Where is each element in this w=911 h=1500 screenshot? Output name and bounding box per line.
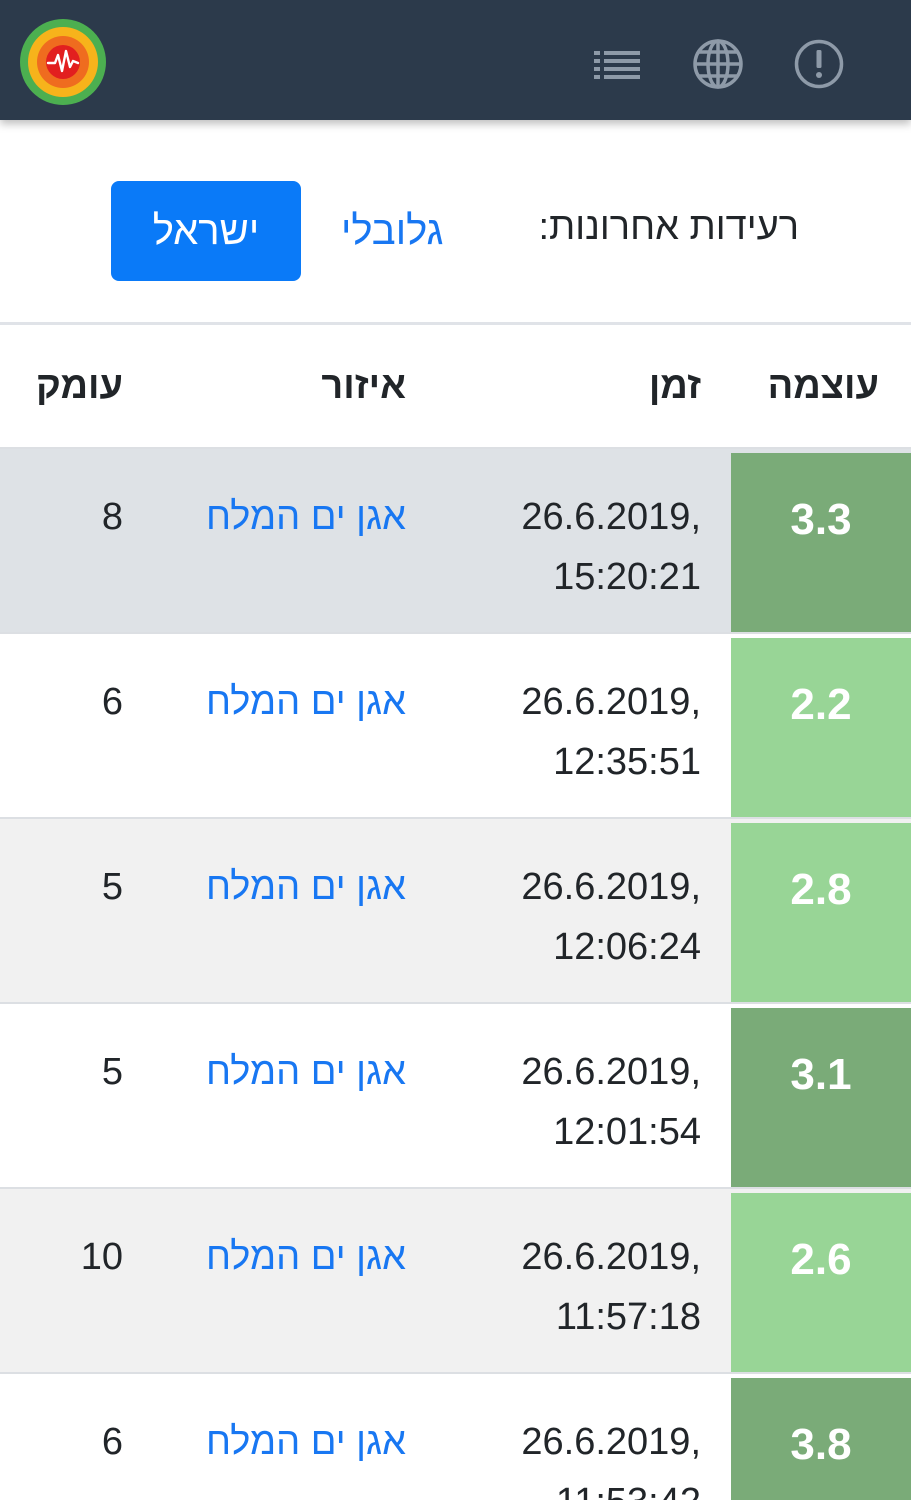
top-navbar <box>0 0 911 120</box>
time-cell: 26.6.2019, 11:53:42 <box>441 1412 701 1500</box>
region-link[interactable]: אגן ים המלח <box>206 672 406 732</box>
header-depth[interactable]: עומק <box>36 365 123 408</box>
depth-cell: 6 <box>101 681 123 723</box>
date-text: 26.6.2019, <box>521 1421 701 1463</box>
magnitude-cell: 2.6 <box>731 1193 911 1374</box>
table-row[interactable]: 3.1 26.6.2019, 12:01:54 אגן ים המלח 5 <box>0 1002 911 1189</box>
region-link[interactable]: אגן ים המלח <box>206 1412 406 1472</box>
table-row[interactable]: 2.2 26.6.2019, 12:35:51 אגן ים המלח 6 <box>0 632 911 819</box>
region-link[interactable]: אגן ים המלח <box>206 1227 406 1287</box>
table-row[interactable]: 2.8 26.6.2019, 12:06:24 אגן ים המלח 5 <box>0 817 911 1004</box>
region-link[interactable]: אגן ים המלח <box>206 857 406 917</box>
magnitude-cell: 2.2 <box>731 638 911 819</box>
globe-icon[interactable] <box>692 38 744 90</box>
clock-text: 12:35:51 <box>553 741 701 783</box>
recent-quakes-label: רעידות אחרונות: <box>538 206 799 248</box>
magnitude-cell: 3.8 <box>731 1378 911 1500</box>
date-text: 26.6.2019, <box>521 1236 701 1278</box>
time-cell: 26.6.2019, 12:01:54 <box>441 1042 701 1162</box>
header-time[interactable]: זמן <box>649 365 701 408</box>
depth-cell: 5 <box>101 1051 123 1093</box>
depth-cell: 5 <box>101 866 123 908</box>
time-cell: 26.6.2019, 12:06:24 <box>441 857 701 977</box>
region-link[interactable]: אגן ים המלח <box>206 1042 406 1102</box>
earthquakes-table: עוצמה זמן איזור עומק 3.3 26.6.2019, 15:2… <box>0 322 911 1500</box>
time-cell: 26.6.2019, 12:35:51 <box>441 672 701 792</box>
table-header: עוצמה זמן איזור עומק <box>0 322 911 447</box>
magnitude-cell: 3.1 <box>731 1008 911 1189</box>
depth-cell: 8 <box>101 496 123 538</box>
date-text: 26.6.2019, <box>521 1051 701 1093</box>
date-text: 26.6.2019, <box>521 866 701 908</box>
list-icon[interactable] <box>591 38 643 90</box>
header-magnitude[interactable]: עוצמה <box>768 365 879 408</box>
table-row[interactable]: 3.8 26.6.2019, 11:53:42 אגן ים המלח 6 <box>0 1372 911 1500</box>
table-row[interactable]: 2.6 26.6.2019, 11:57:18 אגן ים המלח 10 <box>0 1187 911 1374</box>
depth-cell: 6 <box>101 1421 123 1463</box>
clock-text: 12:01:54 <box>553 1111 701 1153</box>
depth-cell: 10 <box>80 1236 123 1278</box>
table-row[interactable]: 3.3 26.6.2019, 15:20:21 אגן ים המלח 8 <box>0 447 911 634</box>
clock-text: 12:06:24 <box>553 926 701 968</box>
date-text: 26.6.2019, <box>521 681 701 723</box>
magnitude-cell: 3.3 <box>731 453 911 634</box>
israel-filter-button[interactable]: ישראל <box>111 181 301 281</box>
time-cell: 26.6.2019, 15:20:21 <box>441 487 701 607</box>
info-icon[interactable] <box>793 38 845 90</box>
clock-text: 15:20:21 <box>553 556 701 598</box>
clock-text: 11:53:42 <box>441 1472 701 1500</box>
global-filter-link[interactable]: גלובלי <box>341 203 443 259</box>
region-filter: רעידות אחרונות: גלובלי ישראל <box>0 120 911 322</box>
date-text: 26.6.2019, <box>521 496 701 538</box>
magnitude-cell: 2.8 <box>731 823 911 1004</box>
time-cell: 26.6.2019, 11:57:18 <box>441 1227 701 1347</box>
clock-text: 11:57:18 <box>555 1296 701 1338</box>
region-link[interactable]: אגן ים המלח <box>206 487 406 547</box>
header-region[interactable]: איזור <box>321 365 406 408</box>
seismograph-logo-icon[interactable] <box>20 19 106 105</box>
